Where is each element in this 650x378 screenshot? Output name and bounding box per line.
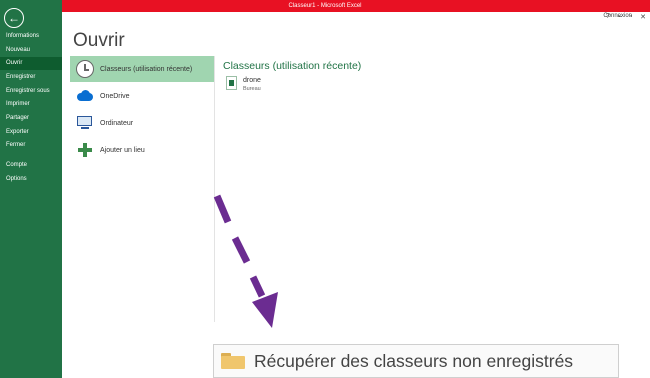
annotation-arrow [213,194,278,328]
dashed-arrow-shaft [213,194,266,298]
folder-icon [221,353,245,369]
recover-unsaved-workbooks-button[interactable]: Récupérer des classeurs non enregistrés [213,344,619,378]
arrow-head [252,292,278,328]
recover-label: Récupérer des classeurs non enregistrés [254,350,574,371]
